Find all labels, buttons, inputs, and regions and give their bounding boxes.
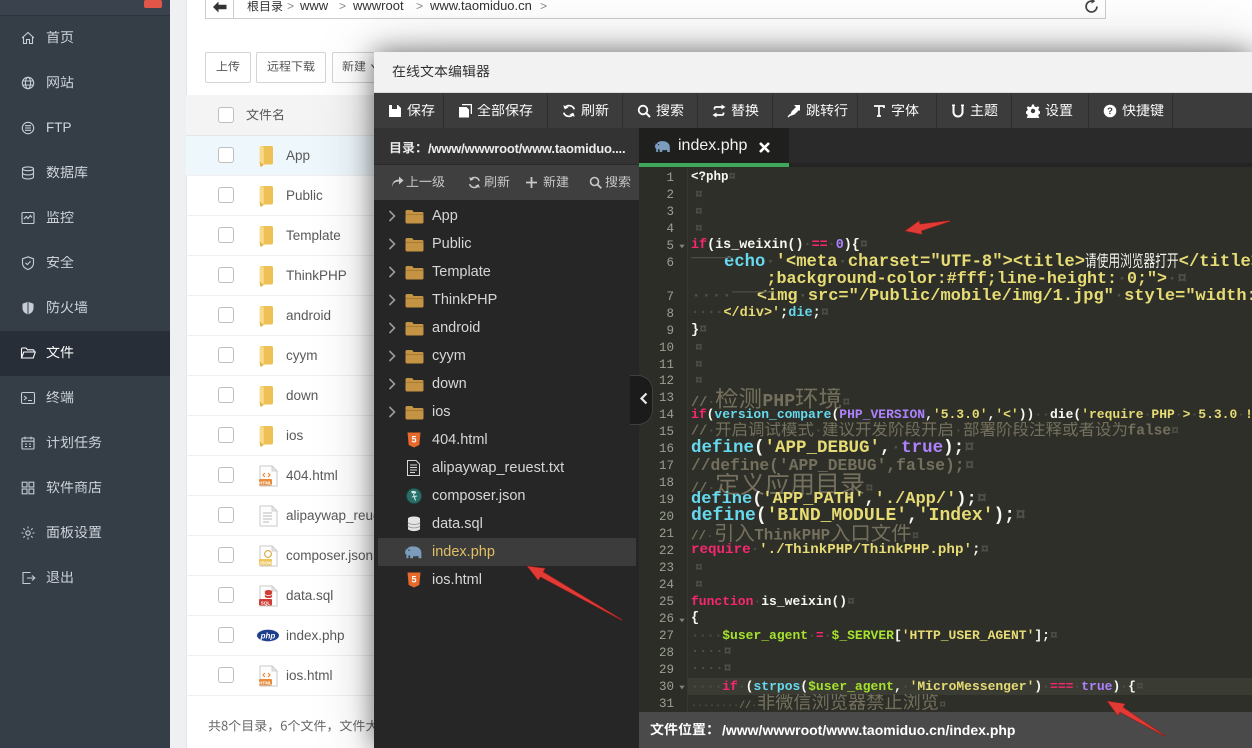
- svg-text:?: ?: [1107, 106, 1113, 117]
- svg-text:SQL: SQL: [261, 600, 271, 605]
- svg-text:HTML: HTML: [259, 680, 272, 685]
- svg-text:5: 5: [411, 435, 416, 445]
- svg-text:HTML: HTML: [259, 480, 272, 485]
- svg-text:5: 5: [411, 575, 416, 585]
- svg-text:JSON: JSON: [259, 560, 272, 565]
- svg-text:php: php: [260, 632, 276, 641]
